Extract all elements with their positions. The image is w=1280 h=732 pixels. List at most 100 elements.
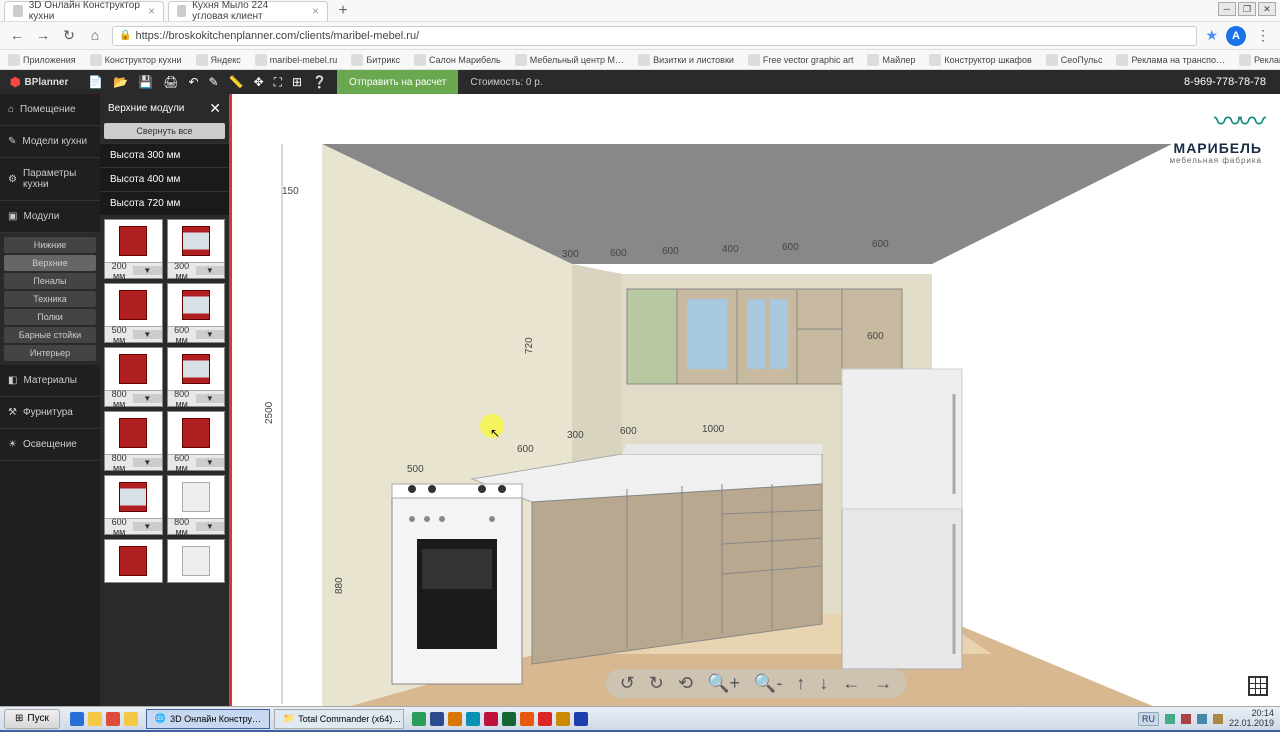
help-icon[interactable]: ❔ [312, 75, 327, 90]
subcat-button[interactable]: Полки [4, 309, 96, 325]
nav-item[interactable]: ⚙Параметры кухни [0, 158, 100, 201]
expand-icon[interactable]: ⛶ [274, 75, 282, 90]
tray-icon[interactable] [1165, 714, 1175, 724]
bookmark-item[interactable]: Майлер [867, 54, 915, 66]
close-icon[interactable]: × [148, 4, 155, 18]
app-icon[interactable] [520, 712, 534, 726]
grid-icon[interactable]: ⊞ [292, 75, 302, 90]
bookmark-item[interactable]: Приложения [8, 54, 76, 66]
module-thumb[interactable]: 200 мм▼ [104, 219, 163, 279]
module-thumb[interactable]: 600 мм▼ [167, 283, 226, 343]
tray-icon[interactable] [1213, 714, 1223, 724]
app-icon[interactable] [556, 712, 570, 726]
chrome-icon[interactable] [106, 712, 120, 726]
subcat-button[interactable]: Нижние [4, 237, 96, 253]
bookmark-item[interactable]: Яндекс [196, 54, 241, 66]
grid-toggle-icon[interactable] [1248, 676, 1268, 696]
bookmark-item[interactable]: Конструктор кухни [90, 54, 182, 66]
rotate-vert-icon[interactable]: ⟲ [678, 673, 693, 694]
bookmark-item[interactable]: Реклама на транспо… [1116, 54, 1225, 66]
tray-icon[interactable] [1181, 714, 1191, 724]
module-thumb[interactable] [167, 539, 226, 583]
tape-icon[interactable]: 📏 [229, 75, 244, 90]
save-icon[interactable]: 💾 [138, 75, 153, 90]
task-item[interactable]: 🌐 3D Онлайн Констру… [146, 709, 270, 729]
clock[interactable]: 20:1422.01.2019 [1229, 709, 1274, 729]
bookmark-item[interactable]: Free vector graphic art [748, 54, 854, 66]
bookmark-item[interactable]: Конструктор шкафов [929, 54, 1031, 66]
url-input[interactable]: 🔒https://broskokitchenplanner.com/client… [112, 26, 1197, 46]
reload-button[interactable]: ↻ [60, 27, 78, 45]
move-icon[interactable]: ✥ [254, 75, 264, 90]
nav-item[interactable]: ☀Освещение [0, 429, 100, 461]
send-button[interactable]: Отправить на расчет [337, 70, 458, 94]
star-icon[interactable]: ★ [1205, 27, 1218, 44]
tc-icon[interactable] [124, 712, 138, 726]
subcat-button[interactable]: Барные стойки [4, 327, 96, 343]
nav-item[interactable]: ◧Материалы [0, 365, 100, 397]
module-thumb[interactable]: 800 мм▼ [167, 475, 226, 535]
section-400[interactable]: Высота 400 мм [100, 167, 229, 191]
right-icon[interactable]: → [874, 673, 892, 694]
bookmark-item[interactable]: maribel-mebel.ru [255, 54, 338, 66]
bookmark-item[interactable]: СеоПульс [1046, 54, 1103, 66]
tab-1[interactable]: 3D Онлайн Конструктор кухни× [4, 1, 164, 21]
zoom-in-icon[interactable]: 🔍+ [707, 673, 740, 694]
app-icon[interactable] [484, 712, 498, 726]
app-icon[interactable] [412, 712, 426, 726]
bookmark-item[interactable]: Мебельный центр М… [515, 54, 624, 66]
module-thumb[interactable] [104, 539, 163, 583]
tab-2[interactable]: Кухня Мыло 224 угловая клиент× [168, 1, 328, 21]
collapse-button[interactable]: Свернуть все [104, 123, 225, 139]
folder-icon[interactable] [88, 712, 102, 726]
module-thumb[interactable]: 800 мм▼ [104, 347, 163, 407]
left-icon[interactable]: ← [842, 673, 860, 694]
forward-button[interactable]: → [34, 27, 52, 45]
nav-item[interactable]: ⚒Фурнитура [0, 397, 100, 429]
rotate-left-icon[interactable]: ↺ [620, 673, 635, 694]
subcat-button[interactable]: Интерьер [4, 345, 96, 361]
module-thumb[interactable]: 800 мм▼ [104, 411, 163, 471]
edit-icon[interactable]: ✎ [209, 75, 219, 90]
section-300[interactable]: Высота 300 мм [100, 143, 229, 167]
module-thumb[interactable]: 800 мм▼ [167, 347, 226, 407]
app-icon[interactable] [538, 712, 552, 726]
subcat-button[interactable]: Пеналы [4, 273, 96, 289]
menu-button[interactable]: ⋮ [1254, 27, 1272, 45]
subcat-button[interactable]: Техника [4, 291, 96, 307]
view-controls[interactable]: ↺ ↻ ⟲ 🔍+ 🔍- ↑ ↓ ← → [606, 669, 907, 698]
window-buttons[interactable]: ─❐✕ [1218, 2, 1276, 16]
start-button[interactable]: ⊞ Пуск [4, 709, 60, 729]
bookmark-item[interactable]: Реклама в лифтах в… [1239, 54, 1280, 66]
subcat-button[interactable]: Верхние [4, 255, 96, 271]
module-thumb[interactable]: 300 мм▼ [167, 219, 226, 279]
undo-icon[interactable]: ↶ [188, 75, 198, 90]
bookmark-item[interactable]: Визитки и листовки [638, 54, 734, 66]
back-button[interactable]: ← [8, 27, 26, 45]
avatar[interactable]: A [1226, 26, 1246, 46]
down-icon[interactable]: ↓ [819, 673, 828, 694]
zoom-out-icon[interactable]: 🔍- [754, 673, 782, 694]
print-icon[interactable]: 🖨 [163, 75, 178, 90]
home-button[interactable]: ⌂ [86, 27, 104, 45]
app-icon[interactable] [574, 712, 588, 726]
module-thumb[interactable]: 600 мм▼ [104, 475, 163, 535]
new-icon[interactable]: 📄 [88, 75, 103, 90]
viewport-3d[interactable]: 2500 150 720 880 300 600 600 400 600 600… [232, 94, 1280, 706]
nav-item[interactable]: ⌂Помещение [0, 94, 100, 126]
app-icon[interactable] [502, 712, 516, 726]
section-720[interactable]: Высота 720 мм [100, 191, 229, 215]
app-icon[interactable] [430, 712, 444, 726]
module-thumb[interactable]: 500 мм▼ [104, 283, 163, 343]
rotate-right-icon[interactable]: ↻ [649, 673, 664, 694]
nav-item[interactable]: ▣Модули [0, 201, 100, 233]
app-icon[interactable] [448, 712, 462, 726]
up-icon[interactable]: ↑ [796, 673, 805, 694]
bookmark-item[interactable]: Битрикс [351, 54, 400, 66]
ie-icon[interactable] [70, 712, 84, 726]
module-thumb[interactable]: 600 мм▼ [167, 411, 226, 471]
task-item[interactable]: 📁 Total Commander (x64)… [274, 709, 404, 729]
tray-icon[interactable] [1197, 714, 1207, 724]
close-icon[interactable]: ✕ [209, 100, 221, 117]
bookmark-item[interactable]: Салон Марибель [414, 54, 501, 66]
